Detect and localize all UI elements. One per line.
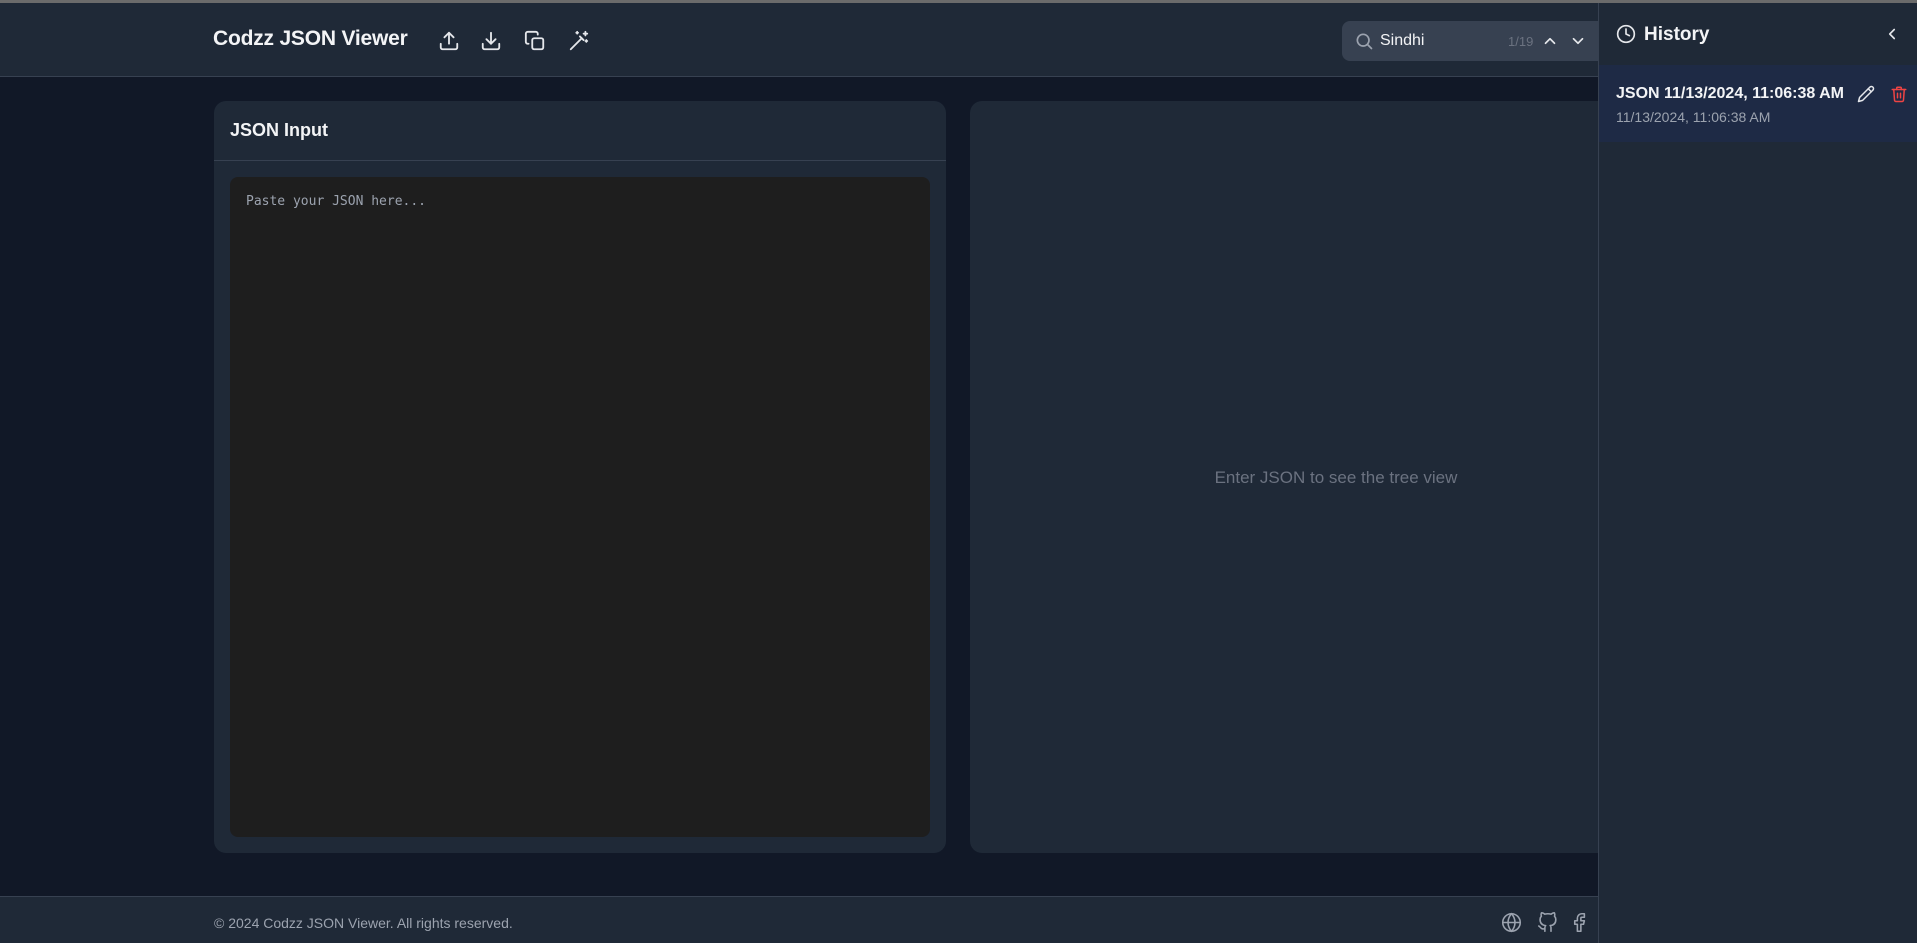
search-box	[1342, 21, 1598, 61]
tree-view-placeholder: Enter JSON to see the tree view	[1214, 468, 1458, 487]
upload-button[interactable]	[435, 27, 463, 55]
json-input-title: JSON Input	[230, 120, 328, 140]
history-item-title: JSON 11/13/2024, 11:06:38 AM	[1616, 85, 1844, 102]
download-button[interactable]	[477, 27, 505, 55]
clock-icon	[1616, 24, 1636, 44]
app-title: Codzz JSON Viewer	[213, 27, 408, 50]
history-item-date: 11/13/2024, 11:06:38 AM	[1616, 109, 1771, 125]
pencil-icon[interactable]	[1857, 85, 1875, 103]
tree-view-panel: Enter JSON to see the tree view	[970, 101, 1598, 853]
json-input-header: JSON Input	[214, 101, 946, 161]
trash-icon[interactable]	[1890, 85, 1908, 103]
copy-icon	[524, 30, 545, 51]
history-sidebar: History JSON 11/13/2024, 11:06:38 AM 11/…	[1598, 3, 1917, 943]
download-icon	[481, 31, 501, 51]
globe-icon[interactable]	[1501, 912, 1522, 933]
chevron-up-icon[interactable]	[1541, 32, 1559, 50]
json-input-panel: JSON Input	[214, 101, 946, 853]
json-input-textarea[interactable]	[230, 177, 930, 837]
history-header: History	[1599, 3, 1917, 63]
magic-wand-icon	[569, 30, 589, 51]
upload-icon	[439, 31, 459, 51]
search-match-count: 1/19	[1508, 34, 1534, 49]
format-button[interactable]	[565, 27, 593, 55]
footer: © 2024 Codzz JSON Viewer. All rights res…	[0, 896, 1598, 943]
copyright-text: © 2024 Codzz JSON Viewer. All rights res…	[214, 915, 513, 931]
copy-button[interactable]	[521, 27, 549, 55]
app-header: Codzz JSON Viewer 1/19	[0, 3, 1598, 77]
chevron-left-icon[interactable]	[1883, 25, 1901, 43]
search-icon	[1356, 33, 1373, 50]
history-title: History	[1644, 24, 1710, 45]
history-item[interactable]: JSON 11/13/2024, 11:06:38 AM 11/13/2024,…	[1599, 65, 1917, 142]
facebook-icon[interactable]	[1573, 912, 1587, 933]
search-input[interactable]	[1380, 30, 1500, 52]
chevron-down-icon[interactable]	[1569, 32, 1587, 50]
github-icon[interactable]	[1537, 912, 1558, 933]
